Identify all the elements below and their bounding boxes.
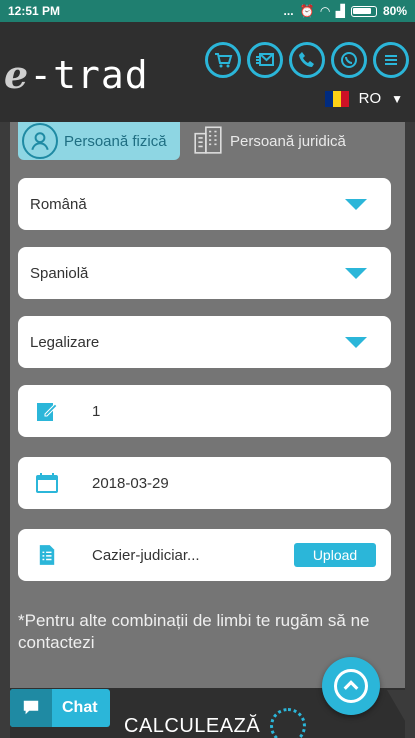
calculate-label: CALCULEAZĂ: [124, 714, 261, 737]
target-language-select[interactable]: Spaniolă: [18, 247, 391, 299]
chat-button[interactable]: Chat: [10, 689, 110, 727]
calculator-form: Persoană fizică Persoană juridică Română…: [10, 122, 405, 738]
page-corner-decoration: [387, 690, 415, 738]
phone-icon[interactable]: [289, 42, 325, 78]
header-icons: [205, 42, 409, 78]
status-indicators: ... ⏰ ◠ ▟ 80%: [284, 4, 407, 18]
signal-icon: ▟: [335, 4, 345, 18]
pages-value: 1: [92, 402, 101, 420]
dropdown-arrow-icon: [345, 267, 367, 279]
battery-icon: [350, 5, 377, 17]
dropdown-arrow-icon: [345, 336, 367, 348]
service-select[interactable]: Legalizare: [18, 316, 391, 368]
source-language-select[interactable]: Română: [18, 178, 391, 230]
etrad-logo[interactable]: e-trad: [4, 52, 149, 97]
language-selector[interactable]: RO ▼: [324, 90, 403, 107]
date-value: 2018-03-29: [92, 474, 169, 492]
language-code: RO: [358, 90, 382, 107]
tab-company[interactable]: Persoană juridică: [188, 122, 354, 160]
tab-person[interactable]: Persoană fizică: [18, 122, 180, 160]
file-name: Cazier-judiciar...: [92, 546, 200, 564]
status-bar: 12:51 PM ... ⏰ ◠ ▟ 80%: [0, 0, 415, 22]
notification-dots: ...: [283, 4, 294, 18]
chat-bubble-icon: [10, 689, 52, 727]
document-icon: [34, 544, 60, 566]
calculate-button[interactable]: CALCULEAZĂ: [124, 708, 307, 738]
pages-input[interactable]: 1: [18, 385, 391, 437]
chat-label: Chat: [62, 699, 98, 716]
app-header: e-trad RO ▼: [0, 22, 415, 122]
source-language-value: Română: [30, 195, 87, 213]
cart-icon[interactable]: [205, 42, 241, 78]
chevron-down-icon: ▼: [391, 91, 403, 106]
romania-flag-icon: [324, 90, 349, 107]
building-icon: [192, 123, 224, 159]
scroll-to-top-button[interactable]: [322, 657, 380, 715]
message-icon[interactable]: [247, 42, 283, 78]
file-upload-field[interactable]: Cazier-judiciar... Upload: [18, 529, 391, 581]
edit-icon: [34, 399, 60, 423]
tab-person-label: Persoană fizică: [64, 132, 167, 150]
status-time: 12:51 PM: [8, 4, 61, 18]
tab-company-label: Persoană juridică: [230, 132, 346, 150]
upload-button[interactable]: Upload: [294, 543, 376, 567]
loading-spinner-icon: [270, 708, 307, 738]
chevron-up-icon: [334, 669, 368, 703]
dropdown-arrow-icon: [345, 198, 367, 210]
whatsapp-icon[interactable]: [331, 42, 367, 78]
alarm-icon: ⏰: [299, 4, 315, 18]
calendar-icon: [34, 471, 60, 495]
wifi-icon: ◠: [320, 4, 330, 18]
date-input[interactable]: 2018-03-29: [18, 457, 391, 509]
service-value: Legalizare: [30, 333, 100, 351]
person-icon: [22, 123, 58, 159]
target-language-value: Spaniolă: [30, 264, 89, 282]
menu-icon[interactable]: [373, 42, 409, 78]
battery-percent: 80%: [382, 4, 407, 18]
person-type-tabs: Persoană fizică Persoană juridică: [18, 122, 354, 160]
language-combination-note: *Pentru alte combinații de limbi te rugă…: [18, 611, 370, 652]
